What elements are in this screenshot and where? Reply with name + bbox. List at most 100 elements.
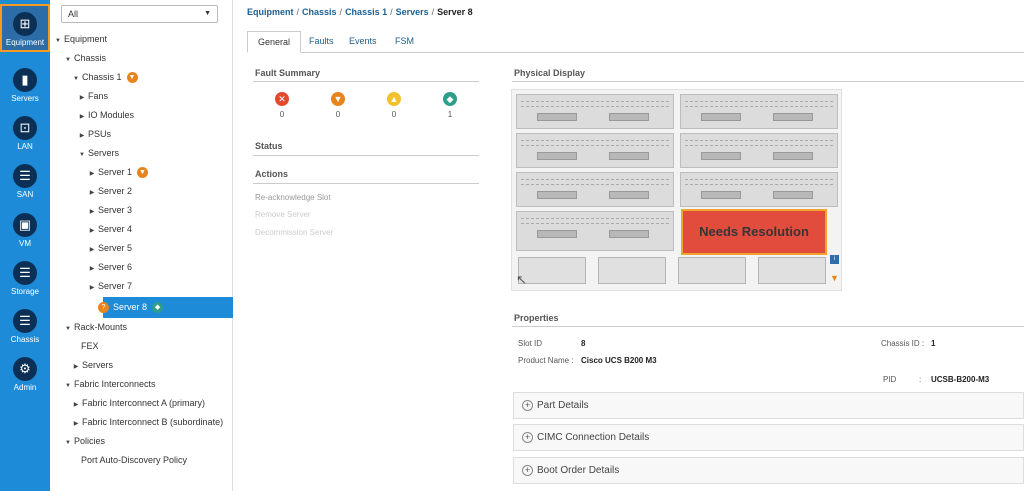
rail-label: Servers xyxy=(11,94,39,103)
server-slot-6[interactable] xyxy=(680,172,838,207)
chevron-down-icon: ▼ xyxy=(204,10,211,17)
part-details-accordion[interactable]: + Part Details xyxy=(513,392,1024,419)
tab-faults[interactable]: Faults xyxy=(299,31,344,53)
breadcrumb-chassis-1[interactable]: Chassis 1 xyxy=(345,7,387,17)
action-decommission-server: Decommission Server xyxy=(255,228,334,237)
chassis-id-value: 1 xyxy=(931,339,936,348)
tree-node-fabric-interconnects[interactable]: ▼ Fabric Interconnects xyxy=(62,375,156,394)
rail-item-servers[interactable]: ▮ Servers xyxy=(0,62,50,110)
tree-node-server-8[interactable]: ▶? Server 8 ◆ xyxy=(86,298,164,319)
tab-events[interactable]: Events xyxy=(339,31,387,53)
rail-item-storage[interactable]: ☰ Storage xyxy=(0,255,50,303)
info-icon: i xyxy=(830,255,839,264)
action-remove-server: Remove Server xyxy=(255,210,311,219)
tree-node-server-4[interactable]: ▶ Server 4 xyxy=(86,220,132,239)
server-slot-4[interactable] xyxy=(680,133,838,168)
tree-node-chassis[interactable]: ▼ Chassis xyxy=(62,49,106,68)
fault-major[interactable]: ▼ 0 xyxy=(326,92,350,119)
san-icon: ☰ xyxy=(13,164,37,188)
tree-node-server-5[interactable]: ▶ Server 5 xyxy=(86,239,132,258)
rail-label: Admin xyxy=(13,383,37,392)
slot-id-label: Slot ID xyxy=(518,339,543,348)
server-slot-8-needs-resolution[interactable]: Needs Resolution xyxy=(681,209,827,255)
chassis-icon: ☰ xyxy=(13,309,37,333)
boot-order-details-accordion[interactable]: + Boot Order Details xyxy=(513,457,1024,484)
tree-node-io-modules[interactable]: ▶ IO Modules xyxy=(76,106,134,125)
expand-arrow-icon[interactable]: ▼ xyxy=(62,320,74,339)
tree-node-fabric-interconnect-b[interactable]: ▶ Fabric Interconnect B (subordinate) xyxy=(70,413,223,432)
tree-node-label: Fabric Interconnects xyxy=(74,379,156,389)
tree-node-rack-mounts[interactable]: ▼ Rack-Mounts xyxy=(62,318,127,337)
tree-node-label: Fans xyxy=(88,91,109,101)
tree-node-policies[interactable]: ▼ Policies xyxy=(62,432,105,451)
rail-label: Chassis xyxy=(10,335,40,344)
tree-node-label: Server 7 xyxy=(98,281,133,291)
rail-item-san[interactable]: ☰ SAN xyxy=(0,158,50,206)
server-slot-7[interactable] xyxy=(516,211,674,251)
server-slot-5[interactable] xyxy=(516,172,674,207)
expand-arrow-icon[interactable]: ▶ xyxy=(86,300,98,319)
product-name-value: Cisco UCS B200 M3 xyxy=(581,356,657,365)
rail-item-lan[interactable]: ⊡ LAN xyxy=(0,110,50,158)
server-slot-1[interactable] xyxy=(516,94,674,129)
tree-node-psus[interactable]: ▶ PSUs xyxy=(76,125,111,144)
warning-fault-icon: ◆ xyxy=(443,92,457,106)
breadcrumb-server-8: Server 8 xyxy=(437,7,473,17)
rail-item-equipment[interactable]: ⊞ Equipment xyxy=(0,4,50,52)
pid-value: UCSB-B200-M3 xyxy=(931,375,990,384)
breadcrumb-equipment[interactable]: Equipment xyxy=(247,7,294,17)
psu-1[interactable] xyxy=(518,257,586,284)
tree-node-chassis-1[interactable]: ▼ Chassis 1 ▼ xyxy=(70,68,138,87)
tree-node-server-1[interactable]: ▶ Server 1 ▼ xyxy=(86,163,149,182)
admin-icon: ⚙ xyxy=(13,357,37,381)
tree-node-servers[interactable]: ▼ Servers xyxy=(76,144,119,163)
chassis-id-label: Chassis ID : xyxy=(881,339,925,348)
properties-title: Properties xyxy=(514,313,559,323)
critical-fault-icon: ✕ xyxy=(275,92,289,106)
accordion-label: Boot Order Details xyxy=(537,465,620,476)
breadcrumb-chassis[interactable]: Chassis xyxy=(302,7,337,17)
fault-critical[interactable]: ✕ 0 xyxy=(270,92,294,119)
psu-4[interactable] xyxy=(758,257,826,284)
expand-arrow-icon[interactable]: ▼ xyxy=(62,434,74,453)
server-slot-3[interactable] xyxy=(516,133,674,168)
fault-minor[interactable]: ▲ 0 xyxy=(382,92,406,119)
tree-filter-dropdown[interactable]: All ▼ xyxy=(61,5,218,23)
cimc-connection-details-accordion[interactable]: + CIMC Connection Details xyxy=(513,424,1024,451)
physical-display-title: Physical Display xyxy=(514,68,586,78)
tree-node-rack-servers[interactable]: ▶ Servers xyxy=(70,356,113,375)
tree-node-label: PSUs xyxy=(88,129,112,139)
tree-node-label: Server 3 xyxy=(98,205,133,215)
servers-icon: ▮ xyxy=(13,68,37,92)
tab-fsm[interactable]: FSM xyxy=(385,31,424,53)
tree-node-fabric-interconnect-a[interactable]: ▶ Fabric Interconnect A (primary) xyxy=(70,394,205,413)
tree-node-label: Server 6 xyxy=(98,262,133,272)
rail-item-admin[interactable]: ⚙ Admin xyxy=(0,351,50,399)
psu-2[interactable] xyxy=(598,257,666,284)
fault-warning[interactable]: ◆ 1 xyxy=(438,92,462,119)
tree-node-equipment[interactable]: ▼ Equipment xyxy=(52,30,107,49)
tab-general[interactable]: General xyxy=(247,31,302,53)
rail-item-vm[interactable]: ▣ VM xyxy=(0,207,50,255)
tree-node-server-6[interactable]: ▶ Server 6 xyxy=(86,258,132,277)
action-reacknowledge-slot[interactable]: Re-acknowledge Slot xyxy=(255,193,331,202)
expand-arrow-icon[interactable]: ▶ xyxy=(86,279,98,298)
divider xyxy=(253,81,479,82)
server-slot-2[interactable] xyxy=(680,94,838,129)
breadcrumb: Equipment / Chassis / Chassis 1/Servers / Serv… xyxy=(247,7,473,17)
tree-node-fex[interactable]: FEX xyxy=(81,337,99,356)
rail-item-chassis[interactable]: ☰ Chassis xyxy=(0,303,50,351)
tree-node-label: Server 2 xyxy=(98,186,133,196)
tree-node-server-7[interactable]: ▶ Server 7 xyxy=(86,277,132,296)
tree-node-label: Server 8 xyxy=(113,302,148,312)
tree-node-server-3[interactable]: ▶ Server 3 xyxy=(86,201,132,220)
tree-node-port-auto-discovery-policy[interactable]: Port Auto-Discovery Policy xyxy=(81,451,187,470)
rail-label: Equipment xyxy=(5,38,45,47)
status-title: Status xyxy=(255,141,283,151)
tree-node-server-2[interactable]: ▶ Server 2 xyxy=(86,182,132,201)
psu-3[interactable] xyxy=(678,257,746,284)
tree-node-label: Servers xyxy=(82,360,114,370)
divider xyxy=(253,183,479,184)
tree-node-fans[interactable]: ▶ Fans xyxy=(76,87,108,106)
breadcrumb-servers[interactable]: Servers xyxy=(396,7,429,17)
